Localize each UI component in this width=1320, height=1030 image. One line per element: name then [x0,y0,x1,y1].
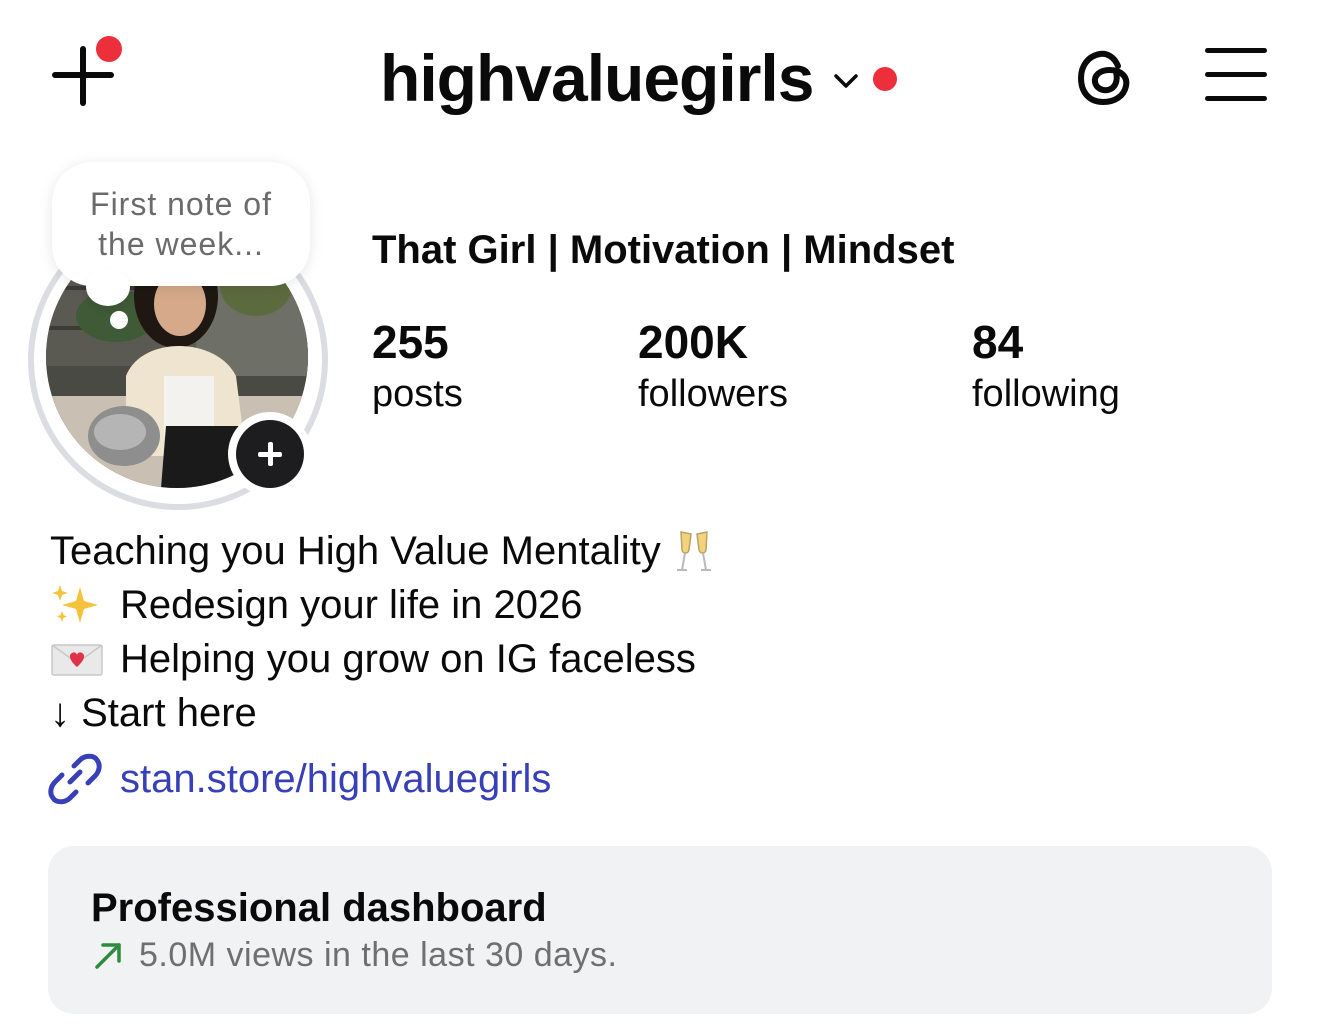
trend-up-arrow-icon [95,942,121,969]
profile-header: highvaluegirls [0,0,1320,150]
bio-line: ↓ Start here [50,691,257,735]
chevron-down-icon [834,74,859,88]
posts-count: 255 [372,316,449,368]
dashboard-subtitle: 5.0M views in the last 30 days. [139,936,618,974]
note-bubble[interactable]: First note of the week... [52,162,310,286]
champagne-glasses-icon [676,531,711,571]
note-tail [86,268,130,306]
followers-label: followers [638,373,788,415]
link-icon [48,753,102,805]
posts-stat[interactable]: 255 posts [372,316,463,420]
sparkles-icon [52,585,98,623]
threads-icon[interactable] [1074,44,1136,110]
following-label: following [972,373,1120,415]
display-name: That Girl | Motivation | Mindset [372,228,955,272]
plus-icon [236,420,304,488]
followers-stat[interactable]: 200K followers [638,316,788,420]
add-story-button[interactable] [228,412,312,496]
bio: Teaching you High Value Mentality Redesi… [50,524,950,740]
menu-button[interactable] [1205,48,1267,102]
bio-line: Teaching you High Value Mentality [50,524,950,578]
following-count: 84 [972,316,1024,368]
notification-dot [96,36,122,62]
posts-label: posts [372,373,463,415]
dashboard-subtitle-row: 5.0M views in the last 30 days. [91,936,618,975]
following-stat[interactable]: 84 following [972,316,1120,420]
hamburger-menu-icon [1205,48,1267,53]
link-text: stan.store/highvaluegirls [120,756,552,801]
username: highvaluegirls [380,41,814,115]
love-letter-icon [51,644,103,676]
note-text: First note of the week... [90,186,272,262]
bio-line: Helping you grow on IG faceless [50,632,950,686]
account-switcher[interactable]: highvaluegirls [380,38,898,118]
dashboard-title: Professional dashboard [91,886,547,930]
note-tail [110,311,128,329]
professional-dashboard-card[interactable]: Professional dashboard 5.0M views in the… [48,846,1272,1014]
bio-link[interactable]: stan.store/highvaluegirls [48,752,551,806]
followers-count: 200K [638,316,748,368]
bio-line: Redesign your life in 2026 [50,578,950,632]
notification-dot [873,67,898,91]
